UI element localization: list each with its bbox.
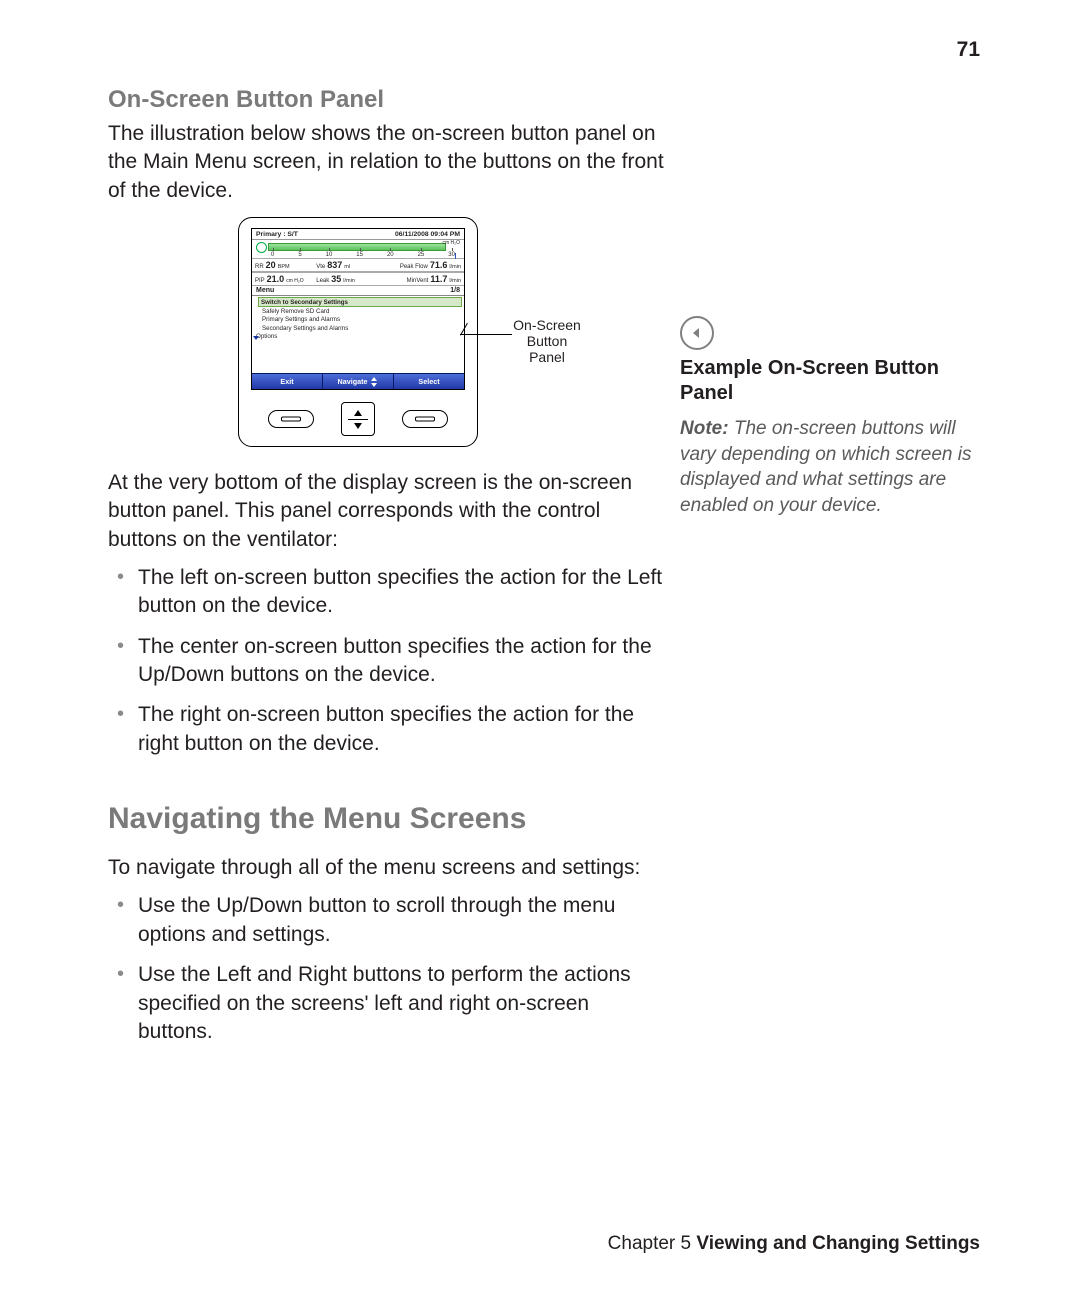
menu-header: Menu <box>256 287 274 294</box>
list-item: Use the Left and Right buttons to perfor… <box>108 961 668 1046</box>
physical-buttons <box>239 402 477 436</box>
screen-datetime: 06/11/2008 09:04 PM <box>395 231 460 238</box>
menu-page: 1/8 <box>450 287 460 294</box>
list-item: Use the Up/Down button to scroll through… <box>108 892 668 949</box>
bullet-list-2: Use the Up/Down button to scroll through… <box>108 892 668 1046</box>
heading-navigating-menu-screens: Navigating the Menu Screens <box>108 802 668 836</box>
bullet-list-1: The left on-screen button specifies the … <box>108 564 668 758</box>
gauge-unit: cm H₂O <box>443 241 461 246</box>
menu-item: Options <box>254 333 460 341</box>
list-item: The center on-screen button specifies th… <box>108 633 668 690</box>
sidebar-note: Example On-Screen Button Panel Note: The… <box>680 316 985 519</box>
pressure-gauge: cm H₂O <box>256 242 460 251</box>
paragraph-after-illustration: At the very bottom of the display screen… <box>108 469 668 554</box>
up-down-button-icon <box>341 402 375 436</box>
page-number: 71 <box>957 38 980 62</box>
footer-chapter: Chapter 5 <box>608 1233 691 1254</box>
screen-mode: Primary : S/T <box>256 231 298 238</box>
callout-leader <box>460 334 512 335</box>
menu-item: Secondary Settings and Alarms <box>260 324 460 332</box>
softkey-exit: Exit <box>252 374 323 389</box>
up-down-arrows-icon <box>370 377 378 387</box>
stats-row-1: RR 20BPM Vte 837ml Peak Flow 71.6l/min <box>252 258 464 272</box>
device-illustration: Primary : S/T 06/11/2008 09:04 PM cm H₂O… <box>238 217 668 457</box>
list-item: The left on-screen button specifies the … <box>108 564 668 621</box>
left-button-icon <box>268 410 314 428</box>
menu-item: Primary Settings and Alarms <box>260 316 460 324</box>
device-screen: Primary : S/T 06/11/2008 09:04 PM cm H₂O… <box>251 228 465 390</box>
callout-label: On-Screen Button Panel <box>512 317 582 365</box>
menu-item: Switch to Secondary Settings <box>258 297 462 307</box>
right-button-icon <box>402 410 448 428</box>
on-screen-button-panel: Exit Navigate Select <box>252 373 464 389</box>
gauge-scale: 0 5 10 15 20 25 30 <box>256 252 460 258</box>
sidebar-note-text: Note: The on-screen buttons will vary de… <box>680 416 985 519</box>
intro-paragraph-2: To navigate through all of the menu scre… <box>108 854 668 882</box>
menu-item: Safely Remove SD Card <box>260 307 460 315</box>
footer-title: Viewing and Changing Settings <box>696 1233 980 1254</box>
back-arrow-circle-icon <box>680 316 714 350</box>
menu-list: Switch to Secondary Settings Safely Remo… <box>252 296 464 343</box>
list-item: The right on-screen button specifies the… <box>108 701 668 758</box>
sidebar-caption: Example On-Screen Button Panel <box>680 356 985 406</box>
intro-paragraph-1: The illustration below shows the on-scre… <box>108 120 668 205</box>
footer: Chapter 5 Viewing and Changing Settings <box>608 1233 980 1255</box>
device-outline: Primary : S/T 06/11/2008 09:04 PM cm H₂O… <box>238 217 478 447</box>
heading-on-screen-button-panel: On-Screen Button Panel <box>108 86 668 114</box>
softkey-select: Select <box>394 374 464 389</box>
stats-row-2: PIP21.0cm H₂O Leak 35l/min MinVent 11.7l… <box>252 272 464 286</box>
softkey-navigate: Navigate <box>323 374 394 389</box>
